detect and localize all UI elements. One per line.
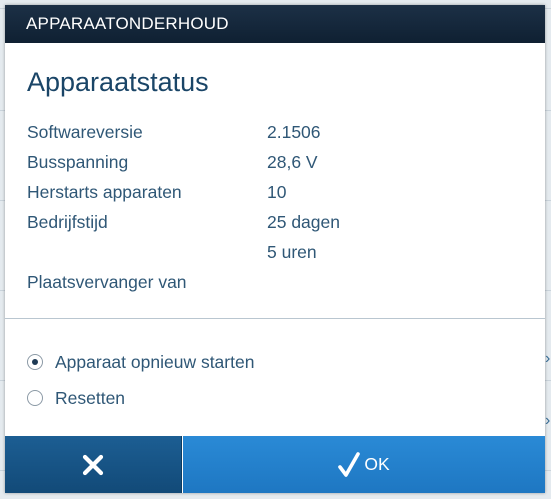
option-restart-device[interactable]: Apparaat opnieuw starten bbox=[27, 344, 254, 380]
ok-button[interactable]: OK bbox=[183, 436, 545, 493]
status-label: Herstarts apparaten bbox=[27, 182, 182, 202]
option-label: Apparaat opnieuw starten bbox=[55, 351, 255, 372]
status-row-restarts: Herstarts apparaten 10 bbox=[27, 177, 523, 207]
status-label: Plaatsvervanger van bbox=[27, 272, 187, 292]
status-label: Busspanning bbox=[27, 152, 129, 172]
close-icon bbox=[82, 454, 104, 475]
device-maintenance-dialog: APPARAATONDERHOUD Apparaatstatus Softwar… bbox=[5, 5, 545, 493]
status-value: 10 bbox=[267, 182, 287, 202]
cancel-button[interactable] bbox=[5, 436, 182, 493]
status-label: Bedrijfstijd bbox=[27, 212, 108, 232]
status-row-operating-time: Bedrijfstijd 25 dagen bbox=[27, 207, 523, 237]
dialog-body: Apparaatstatus Softwareversie 2.1506 Bus… bbox=[5, 43, 545, 297]
section-title: Apparaatstatus bbox=[27, 67, 209, 97]
status-label: Softwareversie bbox=[27, 122, 143, 142]
ok-label: OK bbox=[364, 454, 390, 474]
status-value: 28,6 V bbox=[267, 152, 318, 172]
status-row-operating-time-hours: 5 uren bbox=[27, 237, 523, 267]
option-label: Resetten bbox=[55, 387, 126, 408]
background-chevron-icon: › bbox=[545, 350, 551, 367]
option-reset[interactable]: Resetten bbox=[27, 380, 254, 416]
status-value bbox=[267, 267, 523, 297]
radio-selected-icon[interactable] bbox=[27, 354, 43, 370]
checkmark-icon bbox=[338, 451, 361, 477]
dialog-title: APPARAATONDERHOUD bbox=[5, 5, 545, 43]
action-options: Apparaat opnieuw starten Resetten bbox=[27, 344, 254, 416]
status-value: 5 uren bbox=[267, 242, 317, 262]
dialog-footer: OK bbox=[5, 436, 545, 493]
status-row-software-version: Softwareversie 2.1506 bbox=[27, 117, 523, 147]
status-value: 25 dagen bbox=[267, 212, 340, 232]
status-row-bus-voltage: Busspanning 28,6 V bbox=[27, 147, 523, 177]
status-row-replacement-of: Plaatsvervanger van bbox=[27, 267, 523, 297]
background-chevron-icon: › bbox=[545, 412, 551, 429]
status-label bbox=[27, 237, 267, 267]
status-table: Softwareversie 2.1506 Busspanning 28,6 V… bbox=[27, 117, 523, 297]
radio-unselected-icon[interactable] bbox=[27, 390, 43, 406]
status-value: 2.1506 bbox=[267, 122, 321, 142]
section-divider bbox=[5, 318, 545, 319]
